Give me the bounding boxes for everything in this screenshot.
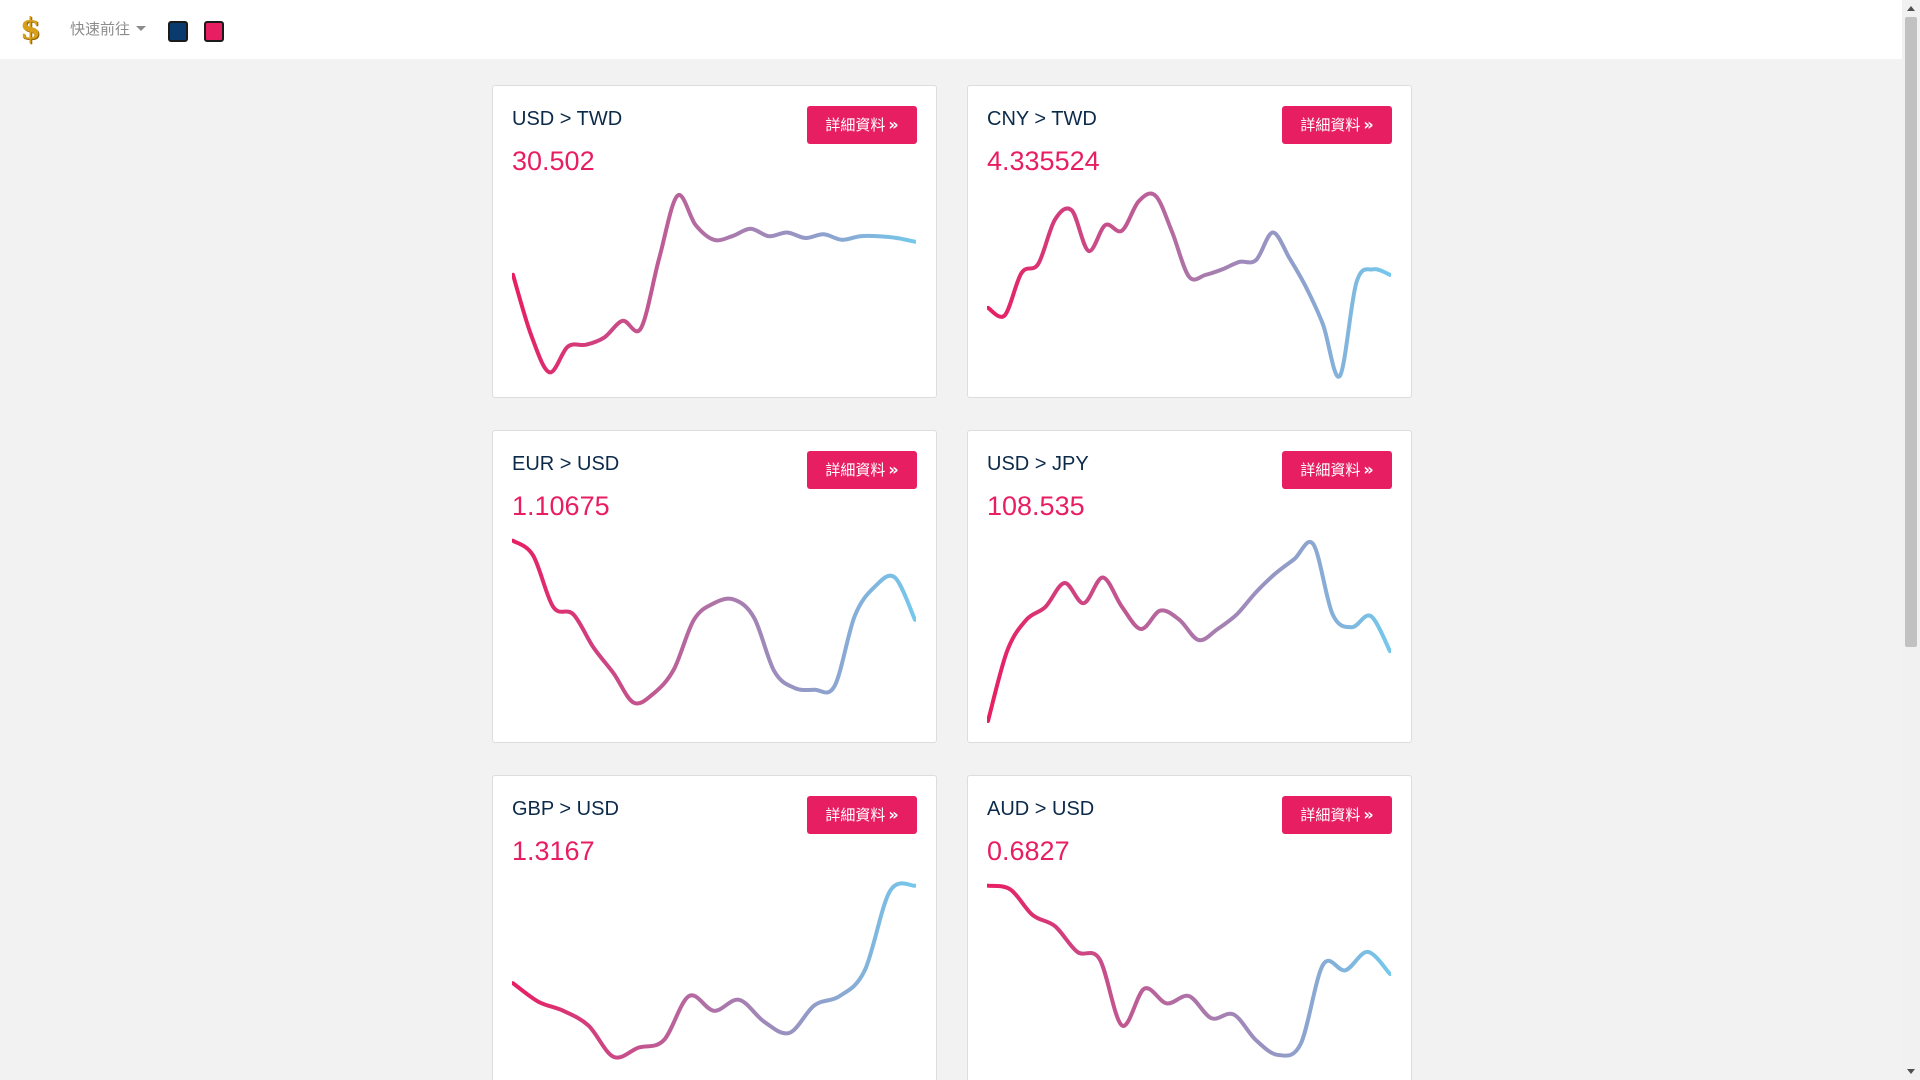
trend-sparkline <box>512 881 916 1060</box>
exchange-rate-value: 1.10675 <box>512 491 610 521</box>
details-button-label: 詳細資料 <box>825 806 886 824</box>
scrollbar-thumb[interactable] <box>1905 17 1917 647</box>
trend-line <box>987 883 1391 1058</box>
top-navbar: $ 快速前往 <box>0 0 1902 59</box>
quick-nav-dropdown[interactable]: 快速前往 <box>70 19 147 39</box>
trend-sparkline <box>987 191 1391 379</box>
details-button[interactable]: 詳細資料» <box>807 106 917 144</box>
rate-card-gbp-usd: GBP > USD 1.3167 詳細資料» <box>492 775 937 1080</box>
details-button[interactable]: 詳細資料» <box>807 796 917 834</box>
details-button-label: 詳細資料 <box>825 116 886 134</box>
rate-card-aud-usd: AUD > USD 0.6827 詳細資料» <box>967 775 1412 1080</box>
exchange-rate-value: 0.6827 <box>987 836 1070 866</box>
currency-pair-label: USD > JPY <box>987 453 1089 475</box>
double-chevron-right-icon: » <box>1363 805 1374 824</box>
rate-card-usd-jpy: USD > JPY 108.535 詳細資料» <box>967 430 1412 743</box>
trend-sparkline <box>512 193 916 375</box>
currency-pair-label: USD > TWD <box>512 108 623 130</box>
details-button-label: 詳細資料 <box>825 461 886 479</box>
currency-pair-label: CNY > TWD <box>987 108 1097 130</box>
trend-line <box>512 881 916 1060</box>
trend-line <box>512 538 916 706</box>
trend-line <box>987 191 1391 379</box>
quick-nav-label: 快速前往 <box>70 20 131 38</box>
details-button-label: 詳細資料 <box>1300 116 1361 134</box>
double-chevron-right-icon: » <box>888 115 899 134</box>
exchange-rate-value: 1.3167 <box>512 836 595 866</box>
rate-card-eur-usd: EUR > USD 1.10675 詳細資料» <box>492 430 937 743</box>
dollar-logo-icon[interactable]: $ <box>20 14 42 46</box>
currency-pair-label: AUD > USD <box>987 798 1095 820</box>
theme-swatch-pink[interactable] <box>204 21 224 42</box>
scroll-down-arrow-icon[interactable] <box>1907 1069 1915 1074</box>
trend-line <box>987 540 1391 723</box>
details-button-label: 詳細資料 <box>1300 806 1361 824</box>
double-chevron-right-icon: » <box>1363 460 1374 479</box>
exchange-rate-value: 108.535 <box>987 491 1085 521</box>
trend-sparkline <box>987 540 1391 723</box>
rate-card-cny-twd: CNY > TWD 4.335524 詳細資料» <box>967 85 1412 398</box>
trend-sparkline <box>512 538 916 706</box>
rate-card-usd-twd: USD > TWD 30.502 詳細資料» <box>492 85 937 398</box>
double-chevron-right-icon: » <box>888 460 899 479</box>
scroll-up-arrow-icon[interactable] <box>1907 6 1915 11</box>
caret-down-icon <box>136 26 147 31</box>
trend-line <box>512 193 916 375</box>
exchange-rate-value: 4.335524 <box>987 146 1100 176</box>
theme-swatch-navy[interactable] <box>168 21 188 42</box>
exchange-rate-value: 30.502 <box>512 146 595 176</box>
details-button[interactable]: 詳細資料» <box>1282 796 1392 834</box>
details-button-label: 詳細資料 <box>1300 461 1361 479</box>
trend-sparkline <box>987 883 1391 1058</box>
currency-pair-label: EUR > USD <box>512 453 620 475</box>
details-button[interactable]: 詳細資料» <box>807 451 917 489</box>
currency-pair-label: GBP > USD <box>512 798 619 820</box>
details-button[interactable]: 詳細資料» <box>1282 451 1392 489</box>
double-chevron-right-icon: » <box>1363 115 1374 134</box>
double-chevron-right-icon: » <box>888 805 899 824</box>
page-scrollbar[interactable] <box>1902 0 1920 1080</box>
details-button[interactable]: 詳細資料» <box>1282 106 1392 144</box>
